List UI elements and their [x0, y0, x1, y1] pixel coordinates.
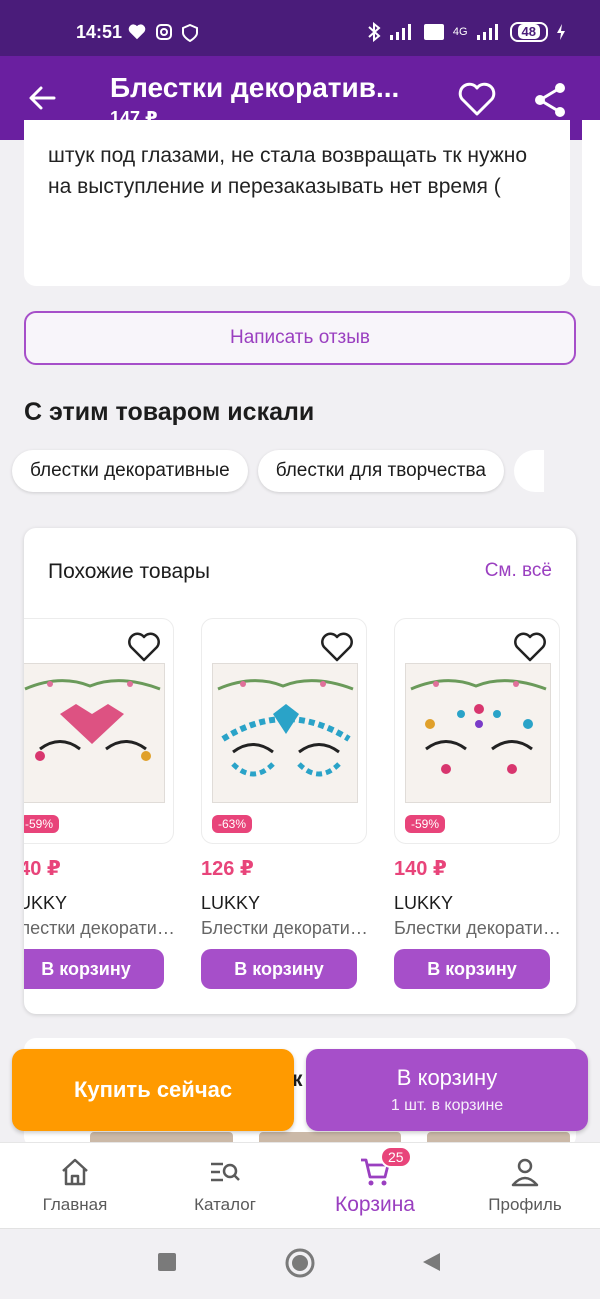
bluetooth-icon	[368, 22, 381, 42]
product-name: Блестки декоративные	[24, 918, 176, 938]
face-jewels-image	[217, 679, 354, 777]
back-button-icon[interactable]	[420, 1251, 442, 1273]
product-brand: LUKKY	[394, 893, 454, 913]
add-to-cart-button[interactable]: В корзину	[201, 949, 357, 989]
home-button-icon[interactable]	[284, 1247, 316, 1279]
add-to-cart-main-button[interactable]: В корзину 1 шт. в корзине	[306, 1049, 588, 1131]
search-chips: блестки декоративные блестки для творчес…	[12, 450, 544, 492]
cart-count-badge: 25	[380, 1146, 412, 1168]
share-icon[interactable]	[530, 80, 570, 120]
battery-indicator: 48	[509, 22, 548, 42]
nav-item-cart[interactable]: Корзина	[300, 1143, 450, 1229]
product-favorite-icon[interactable]	[513, 631, 547, 663]
product-package-image	[24, 663, 165, 803]
heart-notification-icon	[128, 24, 146, 40]
similar-products-card: Похожие товары См. всё -59% 140 ₽ LUKKY …	[24, 528, 576, 1014]
product-name: Блестки декоративные	[394, 918, 562, 938]
product-brand: LUKKY	[24, 893, 68, 913]
volte-icon	[423, 24, 444, 40]
network-type: 4G	[452, 26, 468, 38]
nav-label-home: Главная	[42, 1195, 108, 1214]
nav-item-home[interactable]: Главная	[0, 1143, 150, 1229]
product-name: Блестки декоративные	[201, 918, 369, 938]
discount-badge: -59%	[24, 815, 60, 833]
instagram-icon	[156, 24, 172, 40]
charging-icon	[557, 24, 565, 40]
bottom-navigation: Главная Каталог Корзина Профиль	[0, 1142, 600, 1228]
home-icon	[62, 1158, 88, 1186]
search-chip[interactable]: блестки для творчества	[257, 450, 504, 492]
add-to-cart-label: В корзину	[396, 1065, 498, 1090]
review-text: штук под глазами, не стала возвращать тк…	[48, 144, 528, 198]
product-image[interactable]: -63%	[201, 618, 367, 844]
status-bar: 14:51 4G 48	[0, 0, 600, 56]
page-title: Блестки декоратив...	[110, 72, 400, 103]
add-to-cart-button[interactable]: В корзину	[24, 949, 164, 989]
product-favorite-icon[interactable]	[320, 631, 354, 663]
product-card[interactable]: -63% 126 ₽ LUKKY Блестки декоративные В …	[201, 618, 369, 989]
face-jewels-image	[24, 679, 161, 761]
nav-item-catalog[interactable]: Каталог	[150, 1143, 300, 1229]
face-jewels-image	[410, 679, 547, 774]
product-price: 140 ₽	[24, 858, 61, 880]
discount-badge: -59%	[405, 815, 446, 833]
review-card-next[interactable]	[582, 120, 600, 286]
product-image[interactable]: -59%	[24, 618, 174, 844]
nav-item-profile[interactable]: Профиль	[450, 1143, 600, 1229]
signal-icon-2	[476, 24, 498, 40]
product-image[interactable]: -59%	[394, 618, 560, 844]
write-review-button[interactable]: Написать отзыв	[24, 311, 576, 365]
favorite-heart-icon[interactable]	[456, 78, 498, 120]
recent-apps-icon[interactable]	[156, 1251, 178, 1273]
status-notification-icons	[128, 24, 198, 42]
nav-label-catalog: Каталог	[194, 1195, 256, 1214]
signal-icon	[389, 24, 411, 40]
nav-label-profile: Профиль	[488, 1195, 562, 1214]
product-package-image	[212, 663, 358, 803]
product-card[interactable]: -59% 140 ₽ LUKKY Блестки декоративные В …	[394, 618, 562, 989]
nav-label-cart: Корзина	[335, 1193, 415, 1216]
product-price: 126 ₽	[201, 858, 254, 880]
product-price: 140 ₽	[394, 858, 447, 880]
battery-level: 48	[517, 24, 540, 39]
product-card[interactable]: -59% 140 ₽ LUKKY Блестки декоративные В …	[24, 618, 176, 989]
back-arrow-icon[interactable]	[24, 80, 60, 116]
search-chip-partial[interactable]	[513, 450, 544, 492]
in-cart-count-label: 1 шт. в корзине	[390, 1097, 504, 1114]
review-card: штук под глазами, не стала возвращать тк…	[24, 120, 570, 286]
system-navigation-bar	[0, 1228, 600, 1299]
discount-badge: -63%	[212, 815, 253, 833]
search-chip[interactable]: блестки декоративные	[12, 450, 248, 492]
product-brand: LUKKY	[201, 893, 261, 913]
status-system-icons: 4G 48	[367, 22, 566, 42]
product-favorite-icon[interactable]	[127, 631, 161, 663]
buy-now-button[interactable]: Купить сейчас	[12, 1049, 294, 1131]
add-to-cart-button[interactable]: В корзину	[394, 949, 550, 989]
product-package-image	[405, 663, 551, 803]
see-all-link[interactable]: См. всё	[485, 560, 552, 582]
shield-icon	[182, 24, 198, 42]
similar-products-title: Похожие товары	[48, 560, 210, 583]
status-time: 14:51	[76, 22, 123, 42]
profile-icon	[511, 1158, 539, 1187]
searched-with-title: С этим товаром искали	[24, 398, 315, 426]
catalog-search-icon	[211, 1162, 240, 1182]
